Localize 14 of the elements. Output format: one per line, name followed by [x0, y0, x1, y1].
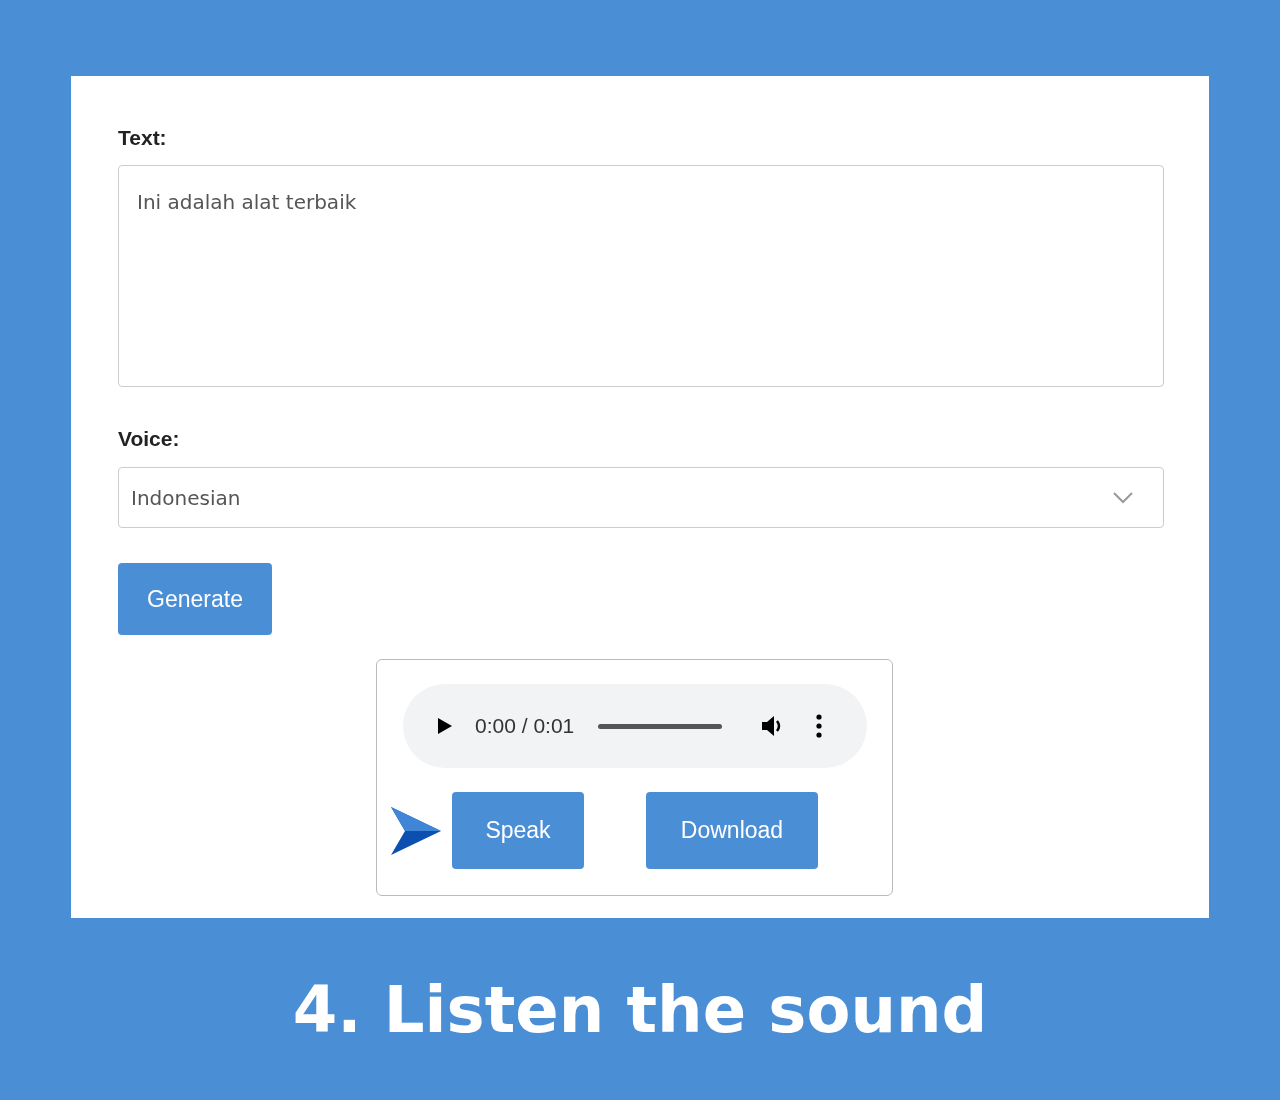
time-readout: 0:00 / 0:01 [475, 714, 575, 738]
pointer-arrow-icon [391, 806, 441, 855]
voice-select[interactable]: Indonesian [118, 467, 1164, 528]
chevron-icon [1113, 491, 1133, 504]
more-icon[interactable] [816, 714, 823, 738]
download-button[interactable]: Download [646, 792, 818, 869]
caption: 4. Listen the sound [291, 973, 989, 1047]
field-label: Text: [118, 126, 167, 151]
field-label: Voice: [118, 427, 180, 452]
speak-button[interactable]: Speak [452, 792, 584, 869]
generate-button[interactable]: Generate [118, 563, 272, 635]
text-field[interactable]: Ini adalah alat terbaik [118, 165, 1164, 387]
play-icon[interactable] [437, 717, 453, 735]
progress-track[interactable] [598, 723, 723, 729]
